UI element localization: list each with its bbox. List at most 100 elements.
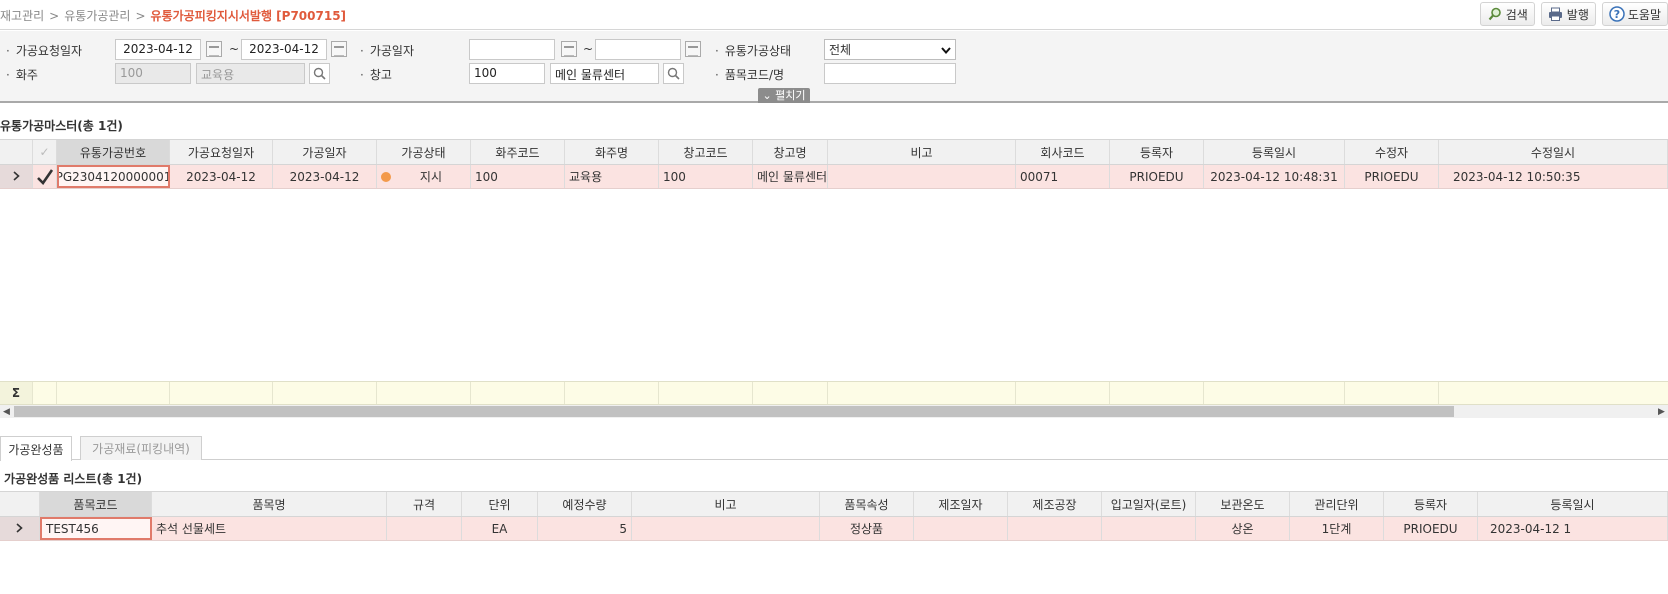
column-header[interactable]: 입고일자(로트) <box>1102 492 1196 516</box>
breadcrumb-item[interactable]: 유통가공관리 <box>64 9 130 23</box>
expand-toggle-label: 펼치기 <box>775 89 806 102</box>
column-header[interactable]: 창고명 <box>753 140 828 164</box>
column-header[interactable]: 가공일자 <box>273 140 377 164</box>
column-header[interactable]: 관리단위 <box>1290 492 1384 516</box>
row-indicator[interactable] <box>0 517 40 540</box>
cell-wh-name[interactable]: 메인 물류센터 <box>753 165 828 188</box>
status-dot-icon <box>381 171 391 182</box>
column-header[interactable]: 등록일시 <box>1478 492 1668 516</box>
cell-mod-user[interactable]: PRIOEDU <box>1345 165 1439 188</box>
expand-toggle[interactable]: ⌄ 펼치기 <box>758 88 810 103</box>
sum-icon: Σ <box>0 382 33 404</box>
owner-search-button[interactable] <box>309 63 330 84</box>
cell-note[interactable] <box>828 165 1016 188</box>
print-button[interactable]: 발행 <box>1540 2 1596 26</box>
chevron-right-icon <box>12 170 20 184</box>
column-header[interactable]: 품목명 <box>152 492 387 516</box>
column-header[interactable]: 제조일자 <box>914 492 1008 516</box>
item-input[interactable] <box>824 63 956 84</box>
help-button-label: 도움말 <box>1627 7 1661 22</box>
req-date-from-input[interactable]: 2023-04-12 <box>115 39 201 60</box>
cell-item-code[interactable]: TEST456 <box>40 517 152 540</box>
cell-company-code[interactable]: 00071 <box>1016 165 1110 188</box>
calendar-icon[interactable] <box>685 41 701 57</box>
svg-text:?: ? <box>1614 8 1620 21</box>
cell-reg-user[interactable]: PRIOEDU <box>1110 165 1204 188</box>
column-header[interactable]: 예정수량 <box>538 492 632 516</box>
calendar-icon[interactable] <box>561 41 577 57</box>
calendar-icon[interactable] <box>206 41 222 57</box>
cell-mgmt-unit[interactable]: 1단계 <box>1290 517 1384 540</box>
cell-temp[interactable]: 상온 <box>1196 517 1290 540</box>
column-header[interactable]: 가공요청일자 <box>170 140 273 164</box>
row-checkbox[interactable] <box>33 165 57 188</box>
tab-finished-goods[interactable]: 가공완성품 <box>0 436 72 461</box>
proc-date-to-input[interactable] <box>595 39 681 60</box>
help-button[interactable]: ? 도움말 <box>1601 2 1668 26</box>
table-row[interactable]: TEST456 추석 선물세트 EA 5 정상품 상온 1단계 PRIOEDU … <box>0 517 1668 541</box>
column-header[interactable]: 품목속성 <box>820 492 914 516</box>
cell-qty[interactable]: 5 <box>538 517 632 540</box>
cell-reg-user[interactable]: PRIOEDU <box>1384 517 1478 540</box>
cell-reg-time[interactable]: 2023-04-12 1 <box>1478 517 1668 540</box>
cell-factory[interactable] <box>1008 517 1102 540</box>
column-header[interactable]: 화주코드 <box>471 140 565 164</box>
column-header[interactable]: 보관온도 <box>1196 492 1290 516</box>
req-date-to-input[interactable]: 2023-04-12 <box>241 39 327 60</box>
table-row[interactable]: PG2304120000001 2023-04-12 2023-04-12 지시… <box>0 165 1668 189</box>
column-header[interactable]: 비고 <box>632 492 820 516</box>
column-header[interactable]: 규격 <box>387 492 462 516</box>
column-header[interactable]: 유통가공번호 <box>57 140 170 164</box>
cell-proc-date[interactable]: 2023-04-12 <box>273 165 377 188</box>
cell-wh-code[interactable]: 100 <box>659 165 753 188</box>
cell-status[interactable]: 지시 <box>377 165 471 188</box>
cell-unit[interactable]: EA <box>462 517 538 540</box>
cell-processing-no[interactable]: PG2304120000001 <box>57 165 170 188</box>
warehouse-search-button[interactable] <box>663 63 684 84</box>
column-header[interactable]: 가공상태 <box>377 140 471 164</box>
proc-date-from-input[interactable] <box>469 39 555 60</box>
column-header[interactable]: 회사코드 <box>1016 140 1110 164</box>
calendar-icon[interactable] <box>331 41 347 57</box>
column-header[interactable]: 수정자 <box>1345 140 1439 164</box>
range-tilde: ~ <box>583 42 594 56</box>
column-header[interactable]: 등록자 <box>1384 492 1478 516</box>
column-header[interactable]: 수정일시 <box>1439 140 1668 164</box>
cell-mod-time[interactable]: 2023-04-12 10:50:35 <box>1439 165 1668 188</box>
column-header[interactable]: 단위 <box>462 492 538 516</box>
cell-item-name[interactable]: 추석 선물세트 <box>152 517 387 540</box>
row-indicator[interactable] <box>0 165 33 188</box>
warehouse-code-input[interactable]: 100 <box>469 63 545 84</box>
column-header[interactable]: 등록자 <box>1110 140 1204 164</box>
cell-owner-name[interactable]: 교육용 <box>565 165 659 188</box>
horizontal-scrollbar[interactable]: ◀ ▶ <box>0 405 1668 418</box>
column-header[interactable]: 제조공장 <box>1008 492 1102 516</box>
cell-mfg-date[interactable] <box>914 517 1008 540</box>
cell-spec[interactable] <box>387 517 462 540</box>
column-header[interactable]: 등록일시 <box>1204 140 1345 164</box>
cell-note[interactable] <box>632 517 820 540</box>
warehouse-name-input[interactable]: 메인 물류센터 <box>550 63 659 84</box>
column-header[interactable]: 창고코드 <box>659 140 753 164</box>
cell-req-date[interactable]: 2023-04-12 <box>170 165 273 188</box>
breadcrumb-item[interactable]: 재고관리 <box>0 9 44 23</box>
column-header[interactable]: 비고 <box>828 140 1016 164</box>
select-all-checkbox[interactable]: ✓ <box>33 140 57 164</box>
scrollbar-thumb[interactable] <box>14 406 1454 417</box>
column-header[interactable]: 화주명 <box>565 140 659 164</box>
search-panel: 가공요청일자 2023-04-12 ~ 2023-04-12 가공일자 ~ 유통… <box>0 31 1668 103</box>
cell-reg-time[interactable]: 2023-04-12 10:48:31 <box>1204 165 1345 188</box>
column-header[interactable]: 품목코드 <box>40 492 152 516</box>
cell-owner-code[interactable]: 100 <box>471 165 565 188</box>
item-label: 품목코드/명 <box>715 66 784 83</box>
tab-materials[interactable]: 가공재료(피킹내역) <box>80 436 202 460</box>
range-tilde: ~ <box>229 42 240 56</box>
scroll-left-icon[interactable]: ◀ <box>0 405 13 418</box>
warehouse-label: 창고 <box>360 66 392 83</box>
scroll-right-icon[interactable]: ▶ <box>1655 405 1668 418</box>
search-button[interactable]: 검색 <box>1479 2 1535 26</box>
cell-lot[interactable] <box>1102 517 1196 540</box>
status-select[interactable]: 전체 <box>824 39 956 60</box>
checkmark-icon <box>36 168 53 185</box>
cell-attr[interactable]: 정상품 <box>820 517 914 540</box>
